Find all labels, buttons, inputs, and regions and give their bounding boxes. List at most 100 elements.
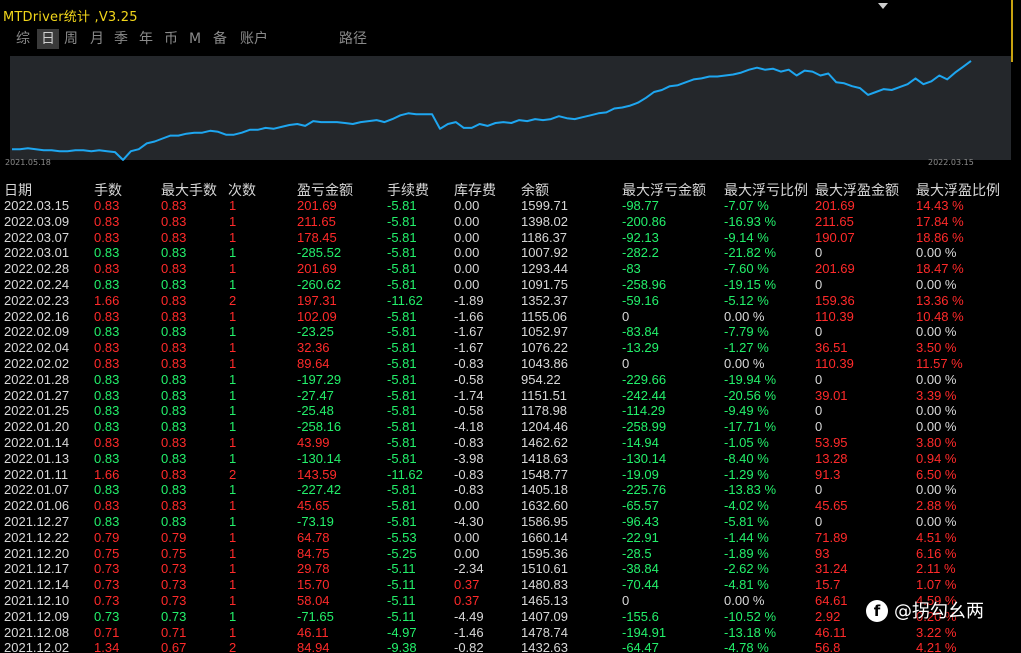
tab-7[interactable]: M bbox=[187, 29, 203, 49]
table-row[interactable]: 2021.12.20 0.75 0.75 1 84.75 -5.25 0.00 1595.36… bbox=[0, 546, 1021, 562]
table-cell-0: 2021.12.17 bbox=[4, 561, 70, 577]
tab-3[interactable]: 月 bbox=[88, 29, 106, 49]
table-cell-5: -5.81 bbox=[387, 229, 417, 245]
table-cell-0: 2022.02.02 bbox=[4, 356, 70, 371]
table-cell-11: 14.43 % bbox=[916, 198, 964, 213]
table-cell-10: 0 bbox=[815, 403, 823, 419]
column-header-11[interactable]: 最大浮盈比例 bbox=[916, 180, 1000, 200]
table-cell-8: -13.29 bbox=[622, 340, 659, 356]
table-cell-10: 45.65 bbox=[815, 498, 848, 514]
table-row[interactable]: 2022.01.28 0.83 0.83 1 -197.29 -5.81 -0.58 954.… bbox=[0, 372, 1021, 388]
tab-1[interactable]: 日 bbox=[37, 29, 59, 49]
table-row[interactable]: 2022.03.01 0.83 0.83 1 -285.52 -5.81 0.00 1007.… bbox=[0, 245, 1021, 261]
table-cell-7: 1632.60 bbox=[521, 498, 568, 514]
table-cell-3: 1 bbox=[229, 403, 237, 419]
table-cell-4: -260.62 bbox=[297, 277, 342, 292]
table-cell-1: 0.83 bbox=[94, 403, 120, 419]
table-cell-4: 197.31 bbox=[297, 292, 337, 308]
table-row[interactable]: 2022.03.09 0.83 0.83 1 211.65 -5.81 0.00 1398.0… bbox=[0, 214, 1021, 230]
table-cell-4: 178.45 bbox=[297, 229, 337, 245]
table-cell-4: -73.19 bbox=[297, 514, 334, 529]
tab-8[interactable]: 备 bbox=[211, 29, 229, 49]
table-cell-4: 102.09 bbox=[297, 308, 337, 324]
table-cell-10: 110.39 bbox=[815, 308, 854, 324]
table-cell-2: 0.83 bbox=[161, 498, 187, 514]
table-cell-6: -0.83 bbox=[454, 482, 484, 498]
table-cell-3: 1 bbox=[229, 545, 237, 561]
table-cell-3: 1 bbox=[229, 229, 237, 245]
column-header-0[interactable]: 日期 bbox=[4, 180, 32, 200]
table-cell-6: -4.18 bbox=[454, 419, 484, 435]
table-cell-9: -5.81 % bbox=[724, 514, 769, 529]
table-row[interactable]: 2021.12.27 0.83 0.83 1 -73.19 -5.81 -4.30 1586.… bbox=[0, 514, 1021, 530]
table-row[interactable]: 2022.01.25 0.83 0.83 1 -25.48 -5.81 -0.58 1178.… bbox=[0, 403, 1021, 419]
table-row[interactable]: 2022.02.16 0.83 0.83 1 102.09 -5.81 -1.66 1155.… bbox=[0, 309, 1021, 325]
tab-2[interactable]: 周 bbox=[62, 29, 80, 49]
table-cell-8: -59.16 bbox=[622, 292, 659, 308]
table-row[interactable]: 2022.01.06 0.83 0.83 1 45.65 -5.81 0.00 1632.60… bbox=[0, 498, 1021, 514]
table-row[interactable]: 2022.03.07 0.83 0.83 1 178.45 -5.81 0.00 1186.3… bbox=[0, 230, 1021, 246]
table-cell-6: 0.00 bbox=[454, 261, 480, 277]
column-header-10[interactable]: 最大浮盈金额 bbox=[815, 180, 899, 200]
table-cell-7: 1007.92 bbox=[521, 245, 568, 261]
table-cell-1: 0.71 bbox=[94, 624, 120, 640]
table-cell-1: 0.73 bbox=[94, 577, 120, 593]
dropdown-arrow-icon[interactable] bbox=[878, 3, 888, 9]
table-row[interactable]: 2022.03.15 0.83 0.83 1 201.69 -5.81 0.00 1599.7… bbox=[0, 198, 1021, 214]
table-cell-10: 31.24 bbox=[815, 561, 848, 577]
column-header-7[interactable]: 余额 bbox=[521, 180, 549, 200]
table-cell-10: 110.39 bbox=[815, 356, 854, 371]
table-cell-5: -5.11 bbox=[387, 608, 416, 624]
table-row[interactable]: 2022.02.04 0.83 0.83 1 32.36 -5.81 -1.67 1076.2… bbox=[0, 340, 1021, 356]
column-header-9[interactable]: 最大浮亏比例 bbox=[724, 180, 808, 200]
table-row[interactable]: 2021.12.02 1.34 0.67 2 84.94 -9.38 -0.82 1432.6… bbox=[0, 640, 1021, 653]
table-row[interactable]: 2022.01.11 1.66 0.83 2 143.59 -11.62 -0.83 1548… bbox=[0, 467, 1021, 483]
tab-4[interactable]: 季 bbox=[112, 29, 130, 49]
table-row[interactable]: 2022.02.28 0.83 0.83 1 201.69 -5.81 0.00 1293.4… bbox=[0, 261, 1021, 277]
table-row[interactable]: 2021.12.17 0.73 0.73 1 29.78 -5.11 -2.34 1510.6… bbox=[0, 561, 1021, 577]
column-header-8[interactable]: 最大浮亏金额 bbox=[622, 180, 706, 200]
table-cell-5: -11.62 bbox=[387, 466, 423, 482]
table-row[interactable]: 2022.02.24 0.83 0.83 1 -260.62 -5.81 0.00 1091.… bbox=[0, 277, 1021, 293]
column-header-6[interactable]: 库存费 bbox=[454, 180, 496, 200]
column-header-5[interactable]: 手续费 bbox=[387, 180, 429, 200]
table-cell-11: 4.51 % bbox=[916, 529, 957, 545]
table-row[interactable]: 2021.12.14 0.73 0.73 1 15.70 -5.11 0.37 1480.83… bbox=[0, 577, 1021, 593]
table-cell-7: 1091.75 bbox=[521, 277, 568, 292]
tab-0[interactable]: 综 bbox=[14, 29, 32, 49]
table-cell-7: 1052.97 bbox=[521, 324, 568, 340]
table-cell-0: 2022.02.24 bbox=[4, 277, 70, 292]
table-cell-5: -9.38 bbox=[387, 640, 417, 653]
tab-5[interactable]: 年 bbox=[137, 29, 155, 49]
table-row[interactable]: 2022.01.20 0.83 0.83 1 -258.16 -5.81 -4.18 1204… bbox=[0, 419, 1021, 435]
table-row[interactable]: 2021.12.22 0.79 0.79 1 64.78 -5.53 0.00 1660.14… bbox=[0, 530, 1021, 546]
column-header-1[interactable]: 手数 bbox=[94, 180, 122, 200]
table-cell-5: -5.11 bbox=[387, 593, 416, 608]
table-cell-6: 0.00 bbox=[454, 498, 480, 514]
tab-6[interactable]: 币 bbox=[162, 29, 180, 49]
table-cell-4: 45.65 bbox=[297, 498, 330, 514]
table-row[interactable]: 2022.02.02 0.83 0.83 1 89.64 -5.81 -0.83 1043.8… bbox=[0, 356, 1021, 372]
table-cell-11: 17.84 % bbox=[916, 213, 964, 229]
table-row[interactable]: 2022.02.09 0.83 0.83 1 -23.25 -5.81 -1.67 1052.… bbox=[0, 324, 1021, 340]
table-row[interactable]: 2022.02.23 1.66 0.83 2 197.31 -11.62 -1.89 1352… bbox=[0, 293, 1021, 309]
table-row[interactable]: 2022.01.13 0.83 0.83 1 -130.14 -5.81 -3.98 1418… bbox=[0, 451, 1021, 467]
table-cell-4: 58.04 bbox=[297, 593, 330, 608]
tab-10[interactable]: 路径 bbox=[336, 29, 370, 49]
table-cell-10: 93 bbox=[815, 545, 830, 561]
column-header-3[interactable]: 次数 bbox=[228, 180, 256, 200]
table-cell-6: -1.89 bbox=[454, 292, 484, 308]
tab-9[interactable]: 账户 bbox=[236, 29, 272, 49]
table-cell-3: 2 bbox=[229, 292, 237, 308]
column-header-4[interactable]: 盈亏金额 bbox=[297, 180, 353, 200]
table-cell-7: 1586.95 bbox=[521, 514, 568, 529]
column-header-2[interactable]: 最大手数 bbox=[161, 180, 217, 200]
table-cell-1: 1.66 bbox=[94, 292, 120, 308]
table-cell-5: -5.81 bbox=[387, 277, 417, 292]
table-row[interactable]: 2022.01.07 0.83 0.83 1 -227.42 -5.81 -0.83 1405… bbox=[0, 482, 1021, 498]
table-cell-3: 2 bbox=[229, 466, 237, 482]
table-row[interactable]: 2022.01.27 0.83 0.83 1 -27.47 -5.81 -1.74 1151.… bbox=[0, 388, 1021, 404]
table-row[interactable]: 2022.01.14 0.83 0.83 1 43.99 -5.81 -0.83 1462.6… bbox=[0, 435, 1021, 451]
table-cell-0: 2022.02.16 bbox=[4, 308, 70, 324]
table-cell-2: 0.83 bbox=[161, 340, 187, 356]
